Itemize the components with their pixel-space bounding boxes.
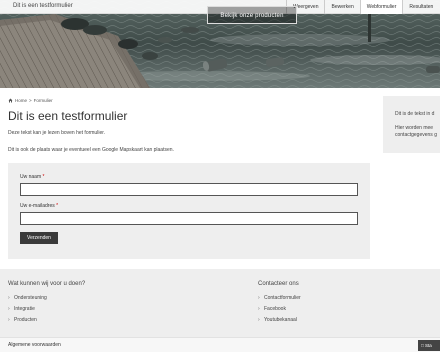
page-title: Dit is een testformulier: [8, 109, 128, 123]
footer-link[interactable]: › Facebook: [258, 304, 301, 315]
required-marker: *: [56, 203, 59, 209]
view-products-button[interactable]: Bekijk onze producten: [207, 6, 297, 24]
footer-link[interactable]: › Integratie: [8, 304, 85, 315]
home-icon: [8, 98, 13, 103]
hero-image: Dit is een testformulier Weergeven Bewer…: [0, 0, 440, 88]
tab-webformulier[interactable]: Webformulier: [359, 0, 403, 14]
breadcrumb-home[interactable]: Home: [15, 98, 27, 103]
intro-text: Deze tekst kan je lezen boven het formul…: [8, 130, 105, 136]
footer-link-label[interactable]: Contactformulier: [264, 293, 301, 304]
name-label: Uw naam *: [20, 174, 44, 180]
footer-link-label[interactable]: Integratie: [14, 304, 35, 315]
footer-heading: Contacteer ons: [258, 281, 299, 287]
breadcrumb-current: Formulier: [33, 98, 53, 103]
footer-link[interactable]: › Contactformulier: [258, 293, 301, 304]
tab-bewerken[interactable]: Bewerken: [324, 0, 359, 14]
sidebar-text: Hier worden mee: [395, 125, 434, 131]
map-note-text: Dit is ook de plaats waar je eventueel e…: [8, 147, 174, 153]
breadcrumb: Home > Formulier: [8, 98, 53, 103]
footer-contact-column: Contacteer ons › Contactformulier › Facebo…: [258, 281, 301, 326]
footer-heading: Wat kunnen wij voor u doen?: [8, 281, 86, 287]
email-label-text: Uw e-mailadres: [20, 203, 55, 209]
terms-link[interactable]: Algemene voorwaarden: [8, 342, 61, 348]
sidebar-text: Dit is de tekst in d: [395, 111, 435, 117]
footer-link-label[interactable]: Youtubekanaal: [264, 315, 297, 326]
footer: Wat kunnen wij voor u doen? › Ondersteuni…: [0, 269, 440, 337]
footer-link[interactable]: › Ondersteuning: [8, 293, 85, 304]
submit-button[interactable]: Verzenden: [20, 232, 58, 244]
email-label: Uw e-mailadres *: [20, 203, 58, 209]
footer-link[interactable]: › Producten: [8, 315, 85, 326]
footer-link-label[interactable]: Ondersteuning: [14, 293, 47, 304]
sidebar-text: contactgegevens g: [395, 132, 437, 138]
contact-form: Uw naam * Uw e-mailadres * Verzenden: [8, 163, 370, 259]
footer-link-label[interactable]: Facebook: [264, 304, 286, 315]
breadcrumb-separator: >: [29, 98, 32, 103]
chat-label[interactable]: Sta: [425, 343, 432, 348]
name-label-text: Uw naam: [20, 174, 42, 180]
required-marker: *: [42, 174, 45, 180]
chat-button[interactable]: □ Sta: [418, 340, 440, 351]
admin-tabs: Weergeven Bewerken Webformulier Resultat…: [286, 0, 439, 14]
footer-services-column: Wat kunnen wij voor u doen? › Ondersteuni…: [8, 281, 85, 326]
email-input[interactable]: [20, 212, 358, 225]
name-input[interactable]: [20, 183, 358, 196]
site-title[interactable]: Dit is een testformulier: [13, 3, 73, 9]
footer-link-label[interactable]: Producten: [14, 315, 37, 326]
bottom-bar: Algemene voorwaarden □ Sta: [0, 337, 440, 352]
tab-resultaten[interactable]: Resultaten: [402, 0, 439, 14]
chat-icon: □: [421, 343, 424, 348]
sidebar-info-panel: Dit is de tekst in d Hier worden mee con…: [383, 96, 440, 153]
footer-link[interactable]: › Youtubekanaal: [258, 315, 301, 326]
